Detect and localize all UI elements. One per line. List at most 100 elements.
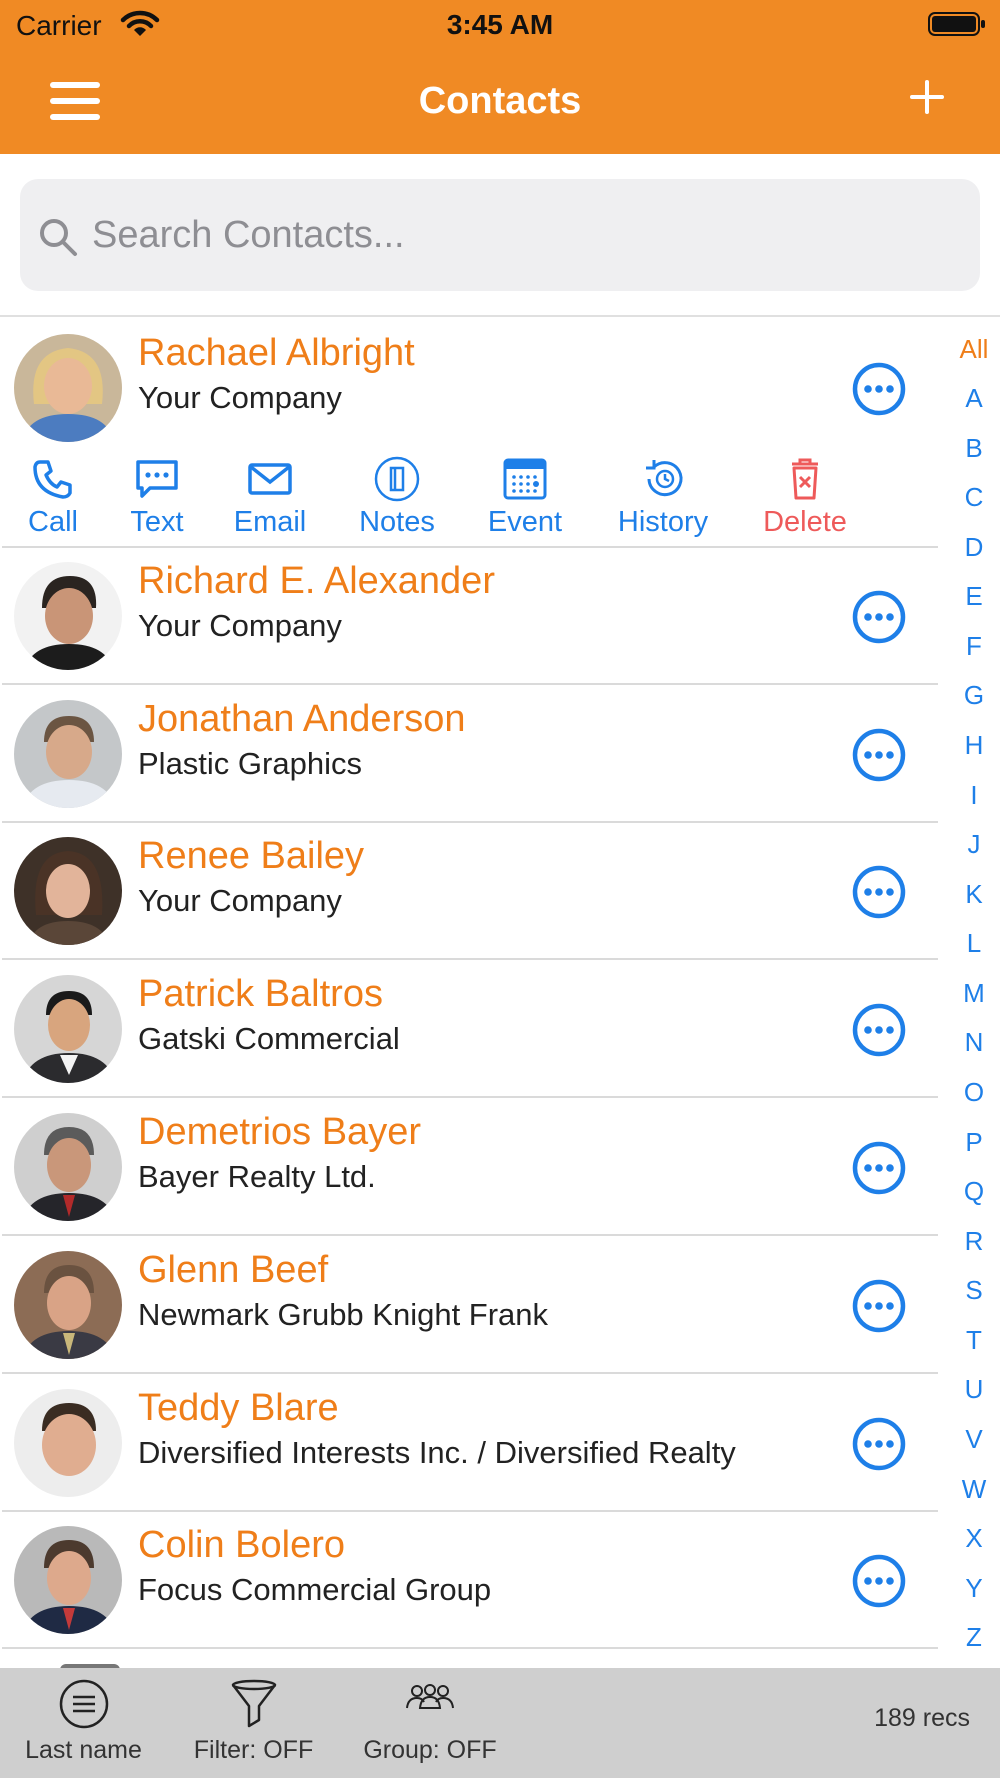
contact-company: Focus Commercial Group [138, 1572, 492, 1607]
index-letter[interactable]: T [948, 1325, 1000, 1356]
group-icon [406, 1684, 454, 1709]
divider [0, 315, 1000, 317]
status-bar: Carrier 3:45 AM [0, 0, 1000, 50]
notes-icon [374, 456, 420, 502]
contact-name[interactable]: Colin Bolero [138, 1524, 345, 1567]
index-letter[interactable]: C [948, 482, 1000, 513]
message-icon [136, 460, 178, 498]
index-letter[interactable]: U [948, 1374, 1000, 1405]
page-title: Contacts [418, 80, 582, 122]
contact-row[interactable]: Demetrios Bayer Bayer Realty Ltd. [0, 1099, 938, 1236]
more-options-icon[interactable] [852, 1003, 906, 1057]
more-options-icon[interactable] [852, 1554, 906, 1608]
add-contact-button[interactable] [910, 80, 944, 114]
contact-company: Plastic Graphics [138, 746, 362, 781]
bottom-toolbar: Last name Filter: OFF Group: OFF 189 rec… [0, 1668, 1000, 1778]
contact-name[interactable]: Patrick Baltros [138, 973, 383, 1016]
contact-company: Your Company [138, 608, 342, 643]
index-letter[interactable]: Z [948, 1622, 1000, 1653]
avatar [14, 1389, 122, 1497]
notes-button[interactable]: Notes [342, 452, 452, 546]
contact-row[interactable]: Glenn Beef Newmark Grubb Knight Frank [0, 1237, 938, 1374]
history-button[interactable]: History [608, 452, 718, 546]
calendar-icon [503, 458, 547, 500]
index-letter[interactable]: Y [948, 1573, 1000, 1604]
event-button[interactable]: Event [470, 452, 580, 546]
group-label: Group: OFF [363, 1736, 497, 1764]
battery-icon [928, 12, 985, 36]
index-letter[interactable]: F [948, 631, 1000, 662]
avatar [14, 562, 122, 670]
contact-name[interactable]: Renee Bailey [138, 835, 364, 878]
contact-name[interactable]: Richard E. Alexander [138, 560, 495, 603]
avatar [14, 1251, 122, 1359]
contact-row[interactable]: Rachael Albright Your Company [0, 320, 938, 457]
index-letter[interactable]: L [948, 928, 1000, 959]
index-letter[interactable]: D [948, 532, 1000, 563]
index-letter[interactable]: H [948, 730, 1000, 761]
index-letter[interactable]: J [948, 829, 1000, 860]
contact-row[interactable]: Colin Bolero Focus Commercial Group [0, 1512, 938, 1649]
index-letter[interactable]: W [948, 1474, 1000, 1505]
contact-name[interactable]: Rachael Albright [138, 332, 415, 375]
filter-button[interactable]: Filter: OFF [186, 1674, 321, 1774]
app-header: Carrier 3:45 AM Contacts [0, 0, 1000, 154]
index-letter[interactable]: I [948, 780, 1000, 811]
search-bar[interactable] [20, 179, 980, 291]
index-letter[interactable]: X [948, 1523, 1000, 1554]
search-icon [40, 219, 77, 256]
contact-row[interactable]: Richard E. Alexander Your Company [0, 548, 938, 685]
avatar [14, 975, 122, 1083]
contact-name[interactable]: Teddy Blare [138, 1387, 339, 1430]
sort-label: Last name [25, 1736, 142, 1764]
index-letter[interactable]: R [948, 1226, 1000, 1257]
contact-company: Diversified Interests Inc. / Diversified… [138, 1435, 736, 1470]
history-icon [646, 460, 683, 497]
contact-row[interactable]: Teddy Blare Diversified Interests Inc. /… [0, 1375, 938, 1512]
divider [2, 1096, 938, 1098]
email-button[interactable]: Email [215, 452, 325, 546]
index-letter[interactable]: K [948, 879, 1000, 910]
index-all[interactable]: All [948, 334, 1000, 365]
index-letter[interactable]: B [948, 433, 1000, 464]
more-options-icon[interactable] [852, 1279, 906, 1333]
delete-button[interactable]: Delete [750, 452, 860, 546]
index-letter[interactable]: S [948, 1275, 1000, 1306]
list-icon [59, 1679, 108, 1729]
contact-row[interactable]: Jonathan Anderson Plastic Graphics [0, 686, 938, 823]
contact-company: Newmark Grubb Knight Frank [138, 1297, 549, 1332]
more-options-icon[interactable] [852, 1141, 906, 1195]
index-letter[interactable]: N [948, 1027, 1000, 1058]
contact-row[interactable]: Renee Bailey Your Company [0, 823, 938, 960]
more-options-icon[interactable] [852, 865, 906, 919]
trash-icon [792, 458, 818, 500]
search-input[interactable] [92, 205, 952, 265]
divider [2, 1234, 938, 1236]
index-letter[interactable]: V [948, 1424, 1000, 1455]
record-count: 189 recs [874, 1704, 970, 1732]
more-options-icon[interactable] [852, 362, 906, 416]
more-options-icon[interactable] [852, 728, 906, 782]
avatar [14, 1113, 122, 1221]
index-letter[interactable]: Q [948, 1176, 1000, 1207]
contact-name[interactable]: Demetrios Bayer [138, 1111, 421, 1154]
more-options-icon[interactable] [852, 1417, 906, 1471]
index-letter[interactable]: M [948, 978, 1000, 1009]
more-options-icon[interactable] [852, 590, 906, 644]
contact-name[interactable]: Glenn Beef [138, 1249, 328, 1292]
index-letter[interactable]: E [948, 581, 1000, 612]
contact-row[interactable]: Patrick Baltros Gatski Commercial [0, 961, 938, 1098]
history-label: History [617, 506, 709, 538]
index-letter[interactable]: O [948, 1077, 1000, 1108]
contact-company: Gatski Commercial [138, 1021, 400, 1056]
avatar [14, 837, 122, 945]
avatar [14, 1526, 122, 1634]
index-letter[interactable]: G [948, 680, 1000, 711]
divider [2, 1647, 938, 1649]
event-label: Event [487, 506, 563, 538]
index-letter[interactable]: P [948, 1127, 1000, 1158]
index-letter[interactable]: A [948, 383, 1000, 414]
contact-name[interactable]: Jonathan Anderson [138, 698, 466, 741]
group-button[interactable]: Group: OFF [360, 1674, 500, 1774]
sort-button[interactable]: Last name [16, 1674, 151, 1774]
